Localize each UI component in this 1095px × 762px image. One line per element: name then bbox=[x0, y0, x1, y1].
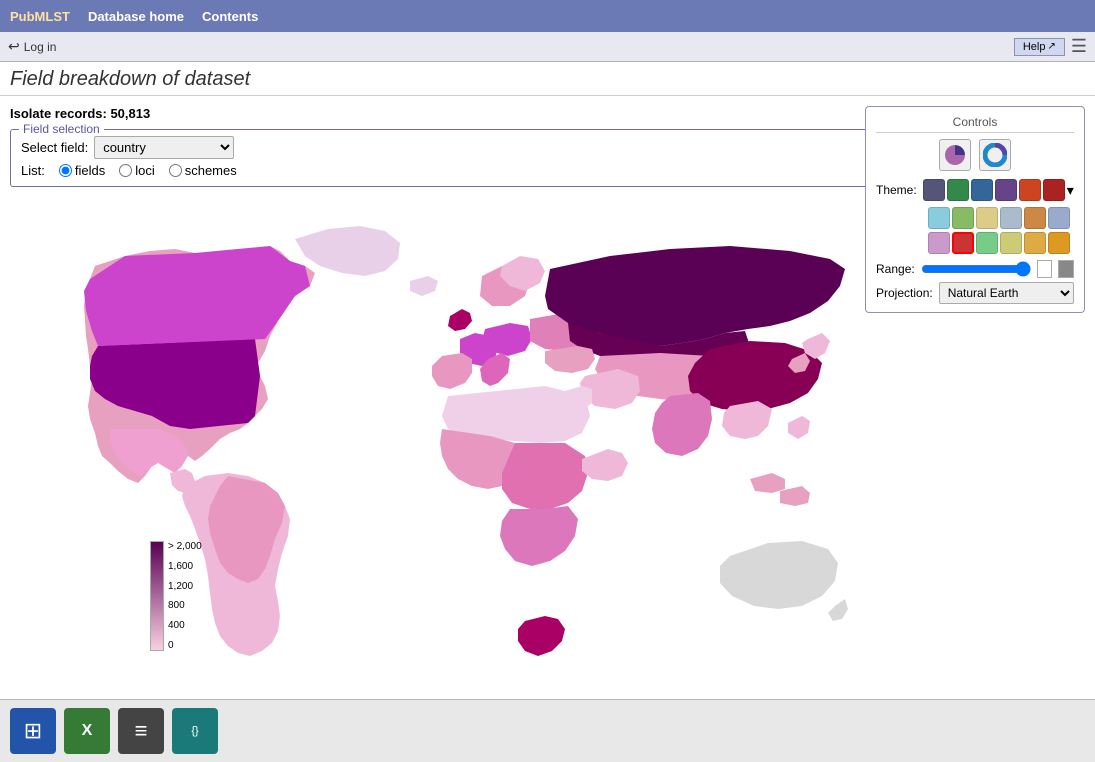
main-content: Isolate records: 50,813 Field selection … bbox=[0, 96, 1095, 741]
theme-row: Theme: ▾ bbox=[876, 179, 1074, 201]
schemes-radio[interactable] bbox=[169, 164, 182, 177]
world-map[interactable] bbox=[10, 201, 850, 731]
right-controls: Help ↗ ☰ bbox=[1014, 36, 1087, 57]
theme-swatch-2[interactable] bbox=[971, 179, 993, 201]
excel-export-button[interactable]: X bbox=[64, 708, 110, 754]
external-link-icon: ↗ bbox=[1047, 41, 1055, 52]
login-button[interactable]: ↩ Log in bbox=[8, 38, 56, 55]
pie-chart-button[interactable] bbox=[939, 139, 971, 171]
legend-value-4: 400 bbox=[168, 620, 202, 631]
legend: > 2,000 1,600 1,200 800 400 0 bbox=[150, 541, 202, 651]
help-label: Help bbox=[1023, 41, 1046, 53]
theme-swatch-1[interactable] bbox=[947, 179, 969, 201]
menu-button[interactable]: ☰ bbox=[1071, 36, 1087, 57]
brand-link[interactable]: PubMLST bbox=[10, 9, 70, 24]
donut-chart-button[interactable] bbox=[979, 139, 1011, 171]
text-export-button[interactable]: ≡ bbox=[118, 708, 164, 754]
legend-value-1: 1,600 bbox=[168, 561, 202, 572]
legend-value-3: 800 bbox=[168, 600, 202, 611]
table-export-button[interactable]: ⊞ bbox=[10, 708, 56, 754]
excel-icon: X bbox=[82, 722, 93, 740]
legend-value-2: 1,200 bbox=[168, 581, 202, 592]
login-arrow-icon: ↩ bbox=[8, 38, 20, 55]
legend-labels: > 2,000 1,600 1,200 800 400 0 bbox=[168, 541, 202, 651]
legend-gradient bbox=[150, 541, 164, 651]
help-button[interactable]: Help ↗ bbox=[1014, 38, 1065, 56]
second-bar: ↩ Log in Help ↗ ☰ bbox=[0, 32, 1095, 62]
table-icon: ⊞ bbox=[24, 718, 42, 744]
isolate-label: Isolate records: bbox=[10, 106, 107, 121]
json-icon: {} bbox=[191, 725, 198, 737]
theme-label: Theme: bbox=[876, 183, 917, 197]
schemes-radio-label[interactable]: schemes bbox=[169, 163, 237, 178]
field-selection-legend: Field selection bbox=[19, 122, 104, 136]
controls-title: Controls bbox=[876, 115, 1074, 133]
fields-radio-label[interactable]: fields bbox=[59, 163, 105, 178]
theme-swatch-3[interactable] bbox=[995, 179, 1017, 201]
database-home-link[interactable]: Database home bbox=[88, 9, 184, 24]
theme-swatch-4[interactable] bbox=[1019, 179, 1041, 201]
theme-grid-row1: ▾ bbox=[923, 179, 1074, 201]
theme-chevron-icon[interactable]: ▾ bbox=[1067, 179, 1074, 201]
login-label: Log in bbox=[24, 40, 57, 54]
chart-type-row bbox=[876, 139, 1074, 171]
page-title: Field breakdown of dataset bbox=[10, 68, 1085, 91]
loci-radio[interactable] bbox=[119, 164, 132, 177]
text-icon: ≡ bbox=[135, 718, 148, 744]
isolate-count: 50,813 bbox=[110, 106, 150, 121]
select-field-label: Select field: bbox=[21, 140, 88, 155]
legend-bar: > 2,000 1,600 1,200 800 400 0 bbox=[150, 541, 202, 651]
fields-radio[interactable] bbox=[59, 164, 72, 177]
map-area: > 2,000 1,600 1,200 800 400 0 bbox=[10, 201, 1085, 731]
page-title-bar: Field breakdown of dataset bbox=[0, 62, 1095, 96]
contents-link[interactable]: Contents bbox=[202, 9, 258, 24]
theme-swatch-5[interactable] bbox=[1043, 179, 1065, 201]
loci-radio-label[interactable]: loci bbox=[119, 163, 155, 178]
list-label: List: bbox=[21, 163, 45, 178]
theme-swatch-0[interactable] bbox=[923, 179, 945, 201]
field-select[interactable]: country bbox=[94, 136, 234, 159]
json-export-button[interactable]: {} bbox=[172, 708, 218, 754]
bottom-toolbar: ⊞ X ≡ {} bbox=[0, 699, 1095, 762]
legend-value-5: 0 bbox=[168, 640, 202, 651]
top-nav: PubMLST Database home Contents bbox=[0, 0, 1095, 32]
legend-value-0: > 2,000 bbox=[168, 541, 202, 552]
